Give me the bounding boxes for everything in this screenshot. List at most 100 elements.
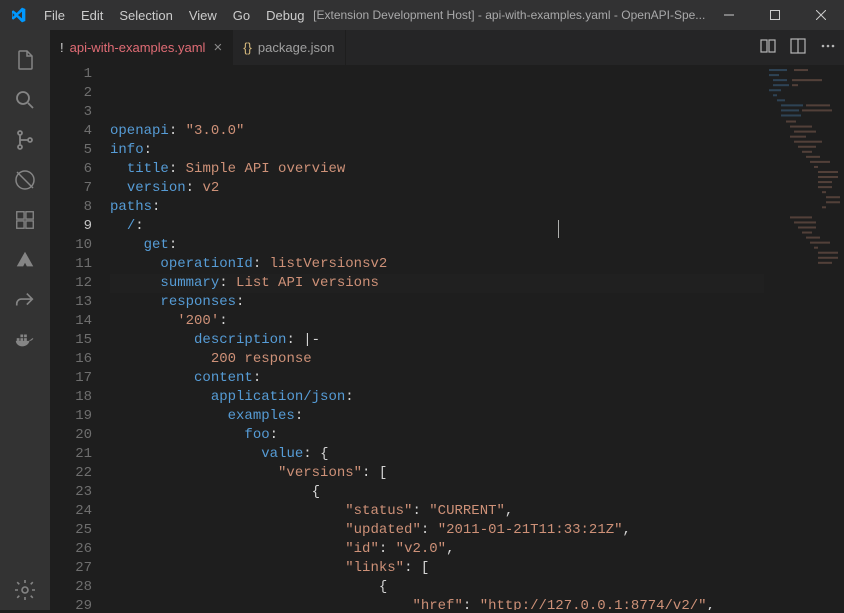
- token: Simple API overview: [186, 161, 346, 177]
- window-controls: [706, 0, 844, 30]
- token: :: [169, 161, 186, 177]
- code-line[interactable]: "links": [: [110, 559, 844, 578]
- menu-go[interactable]: Go: [225, 8, 258, 23]
- token: ,: [707, 598, 715, 610]
- line-number: 4: [50, 122, 92, 141]
- code-editor[interactable]: 1234567891011121314151617181920212223242…: [50, 65, 844, 610]
- token: "href": [412, 598, 462, 610]
- menu-edit[interactable]: Edit: [73, 8, 111, 23]
- token: :: [379, 541, 396, 557]
- search-icon[interactable]: [0, 80, 50, 120]
- azure-icon[interactable]: [0, 240, 50, 280]
- line-number: 5: [50, 141, 92, 160]
- debug-icon[interactable]: [0, 160, 50, 200]
- close-tab-icon[interactable]: ×: [213, 39, 222, 56]
- code-line[interactable]: responses:: [110, 293, 844, 312]
- token: "v2.0": [396, 541, 446, 557]
- token: responses: [160, 294, 236, 310]
- line-number: 9: [50, 217, 92, 236]
- line-number-gutter: 1234567891011121314151617181920212223242…: [50, 65, 110, 610]
- token: :: [135, 218, 143, 234]
- token: "3.0.0": [186, 123, 245, 139]
- line-number: 26: [50, 540, 92, 559]
- token: v2: [202, 180, 219, 196]
- maximize-button[interactable]: [752, 0, 798, 30]
- window-title: [Extension Development Host] - api-with-…: [312, 8, 706, 22]
- tab-package-json[interactable]: {}package.json: [233, 30, 345, 65]
- line-number: 12: [50, 274, 92, 293]
- menu-debug[interactable]: Debug: [258, 8, 312, 23]
- line-number: 22: [50, 464, 92, 483]
- line-number: 6: [50, 160, 92, 179]
- token: foo: [244, 427, 269, 443]
- close-button[interactable]: [798, 0, 844, 30]
- code-line[interactable]: "href": "http://127.0.0.1:8774/v2/",: [110, 597, 844, 610]
- code-line[interactable]: "updated": "2011-01-21T11:33:21Z",: [110, 521, 844, 540]
- token: openapi: [110, 123, 169, 139]
- code-line[interactable]: operationId: listVersionsv2: [110, 255, 844, 274]
- token: listVersionsv2: [270, 256, 388, 272]
- settings-gear-icon[interactable]: [0, 570, 50, 610]
- split-editor-icon[interactable]: [790, 38, 806, 57]
- code-line[interactable]: 200 response: [110, 350, 844, 369]
- files-icon[interactable]: [0, 40, 50, 80]
- code-line[interactable]: title: Simple API overview: [110, 160, 844, 179]
- tab-actions: [760, 30, 844, 65]
- code-line[interactable]: application/json:: [110, 388, 844, 407]
- token: "id": [345, 541, 379, 557]
- code-line[interactable]: summary: List API versions: [110, 274, 844, 293]
- token: :: [152, 199, 160, 215]
- token: {: [312, 484, 320, 500]
- line-number: 17: [50, 369, 92, 388]
- git-icon[interactable]: [0, 120, 50, 160]
- code-line[interactable]: examples:: [110, 407, 844, 426]
- code-line[interactable]: {: [110, 578, 844, 597]
- split-compare-icon[interactable]: [760, 38, 776, 57]
- code-line[interactable]: "status": "CURRENT",: [110, 502, 844, 521]
- menu-view[interactable]: View: [181, 8, 225, 23]
- token: :: [253, 256, 270, 272]
- code-line[interactable]: '200':: [110, 312, 844, 331]
- code-lines[interactable]: openapi: "3.0.0"info: title: Simple API …: [110, 65, 844, 610]
- line-number: 7: [50, 179, 92, 198]
- share-icon[interactable]: [0, 280, 50, 320]
- code-line[interactable]: content:: [110, 369, 844, 388]
- code-line[interactable]: get:: [110, 236, 844, 255]
- code-line[interactable]: version: v2: [110, 179, 844, 198]
- code-line[interactable]: "versions": [: [110, 464, 844, 483]
- token: :: [253, 370, 261, 386]
- code-line[interactable]: info:: [110, 141, 844, 160]
- token: |-: [303, 332, 320, 348]
- token: "updated": [345, 522, 421, 538]
- token: examples: [228, 408, 295, 424]
- line-number: 2: [50, 84, 92, 103]
- vscode-logo-icon: [8, 5, 28, 25]
- token: :: [270, 427, 278, 443]
- tab-api-with-examples-yaml[interactable]: !api-with-examples.yaml×: [50, 30, 233, 65]
- menu-file[interactable]: File: [36, 8, 73, 23]
- code-line[interactable]: description: |-: [110, 331, 844, 350]
- code-line[interactable]: foo:: [110, 426, 844, 445]
- token: title: [127, 161, 169, 177]
- line-number: 27: [50, 559, 92, 578]
- token: :: [236, 294, 244, 310]
- code-line[interactable]: {: [110, 483, 844, 502]
- code-line[interactable]: value: {: [110, 445, 844, 464]
- line-number: 29: [50, 597, 92, 610]
- line-number: 10: [50, 236, 92, 255]
- token: operationId: [160, 256, 252, 272]
- code-line[interactable]: "id": "v2.0",: [110, 540, 844, 559]
- token: List API versions: [236, 275, 379, 291]
- code-line[interactable]: paths:: [110, 198, 844, 217]
- token: info: [110, 142, 144, 158]
- extensions-icon[interactable]: [0, 200, 50, 240]
- docker-icon[interactable]: [0, 320, 50, 360]
- code-line[interactable]: /:: [110, 217, 844, 236]
- menu-selection[interactable]: Selection: [111, 8, 180, 23]
- token: "CURRENT": [429, 503, 505, 519]
- more-icon[interactable]: [820, 38, 836, 57]
- minimize-button[interactable]: [706, 0, 752, 30]
- code-line[interactable]: openapi: "3.0.0": [110, 122, 844, 141]
- token: :: [303, 446, 320, 462]
- token: :: [295, 408, 303, 424]
